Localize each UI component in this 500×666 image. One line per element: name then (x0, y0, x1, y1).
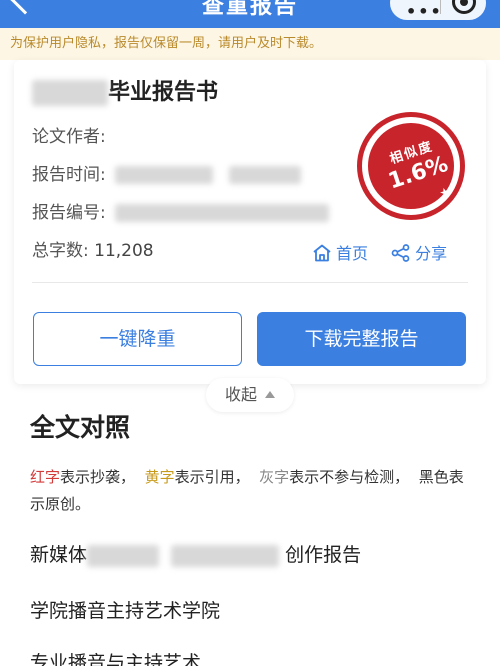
content-line: 专业播音与主持艺术 (30, 652, 202, 666)
close-miniprogram-icon[interactable] (452, 0, 476, 14)
share-icon (391, 244, 411, 262)
one-click-reduce-button[interactable]: 一键降重 (33, 312, 242, 366)
report-id-label: 报告编号: (32, 203, 106, 223)
redacted-report-id (115, 204, 330, 222)
collapse-toggle[interactable]: 收起 (206, 378, 294, 412)
word-count-label: 总字数: (32, 241, 89, 261)
legend-gray-word: 灰字 (259, 468, 290, 486)
star-icon: ★ (437, 184, 453, 201)
mini-program-capsule: ••• (390, 0, 486, 21)
card-divider (32, 282, 468, 283)
report-time-label: 报告时间: (32, 165, 106, 185)
redacted-time (228, 166, 301, 184)
content-line: 学院播音主持艺术学院 (30, 600, 221, 622)
report-title: 毕业报告书 (32, 74, 218, 106)
author-row: 论文作者: (32, 122, 106, 147)
home-link[interactable]: 首页 (312, 240, 368, 264)
redacted-school-name (32, 80, 108, 106)
privacy-notice: 为保护用户隐私，报告仅保留一周，请用户及时下载。 (0, 28, 500, 60)
download-full-report-button[interactable]: 下载完整报告 (257, 312, 466, 366)
color-legend: 红字表示抄袭， 黄字表示引用， 灰字表示不参与检测， 黑色表示原创。 (30, 468, 464, 513)
word-count-row: 总字数: 11,208 (32, 236, 154, 261)
redacted-text (87, 544, 160, 567)
report-id-row: 报告编号: (32, 198, 330, 223)
section-title: 全文对照 (30, 413, 131, 442)
share-link[interactable]: 分享 (391, 240, 447, 264)
home-icon (312, 244, 332, 262)
content-line: 新媒体 创作报告 (30, 544, 362, 567)
author-label: 论文作者: (32, 127, 106, 147)
more-menu-button[interactable]: ••• (406, 2, 443, 21)
quick-links: 首页 分享 (312, 240, 465, 264)
report-summary-card: 毕业报告书 论文作者: 报告时间: 报告编号: 总字数: 11,208 相似度 … (14, 60, 486, 384)
report-time-row: 报告时间: (32, 160, 301, 185)
similarity-stamp: 相似度 1.6% ★ (357, 112, 465, 220)
top-nav-bar: 查重报告 ••• (0, 0, 500, 28)
caret-up-icon (265, 391, 275, 398)
legend-yellow-word: 黄字 (144, 468, 175, 486)
capsule-divider (440, 0, 441, 14)
redacted-date (115, 166, 214, 184)
word-count-value: 11,208 (94, 241, 154, 261)
legend-red-word: 红字 (30, 468, 61, 486)
redacted-text (171, 544, 280, 567)
